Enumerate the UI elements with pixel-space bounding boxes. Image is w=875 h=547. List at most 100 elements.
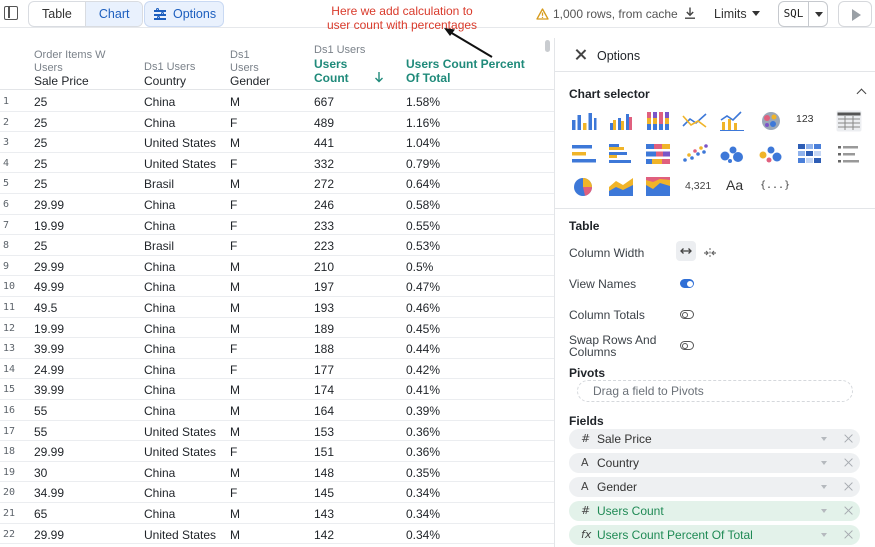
json-chart-icon[interactable]: {...} — [759, 177, 790, 199]
view-names-toggle[interactable] — [680, 279, 694, 288]
pie-chart-icon[interactable] — [571, 175, 597, 197]
options-button[interactable]: Options — [144, 1, 224, 27]
run-button[interactable] — [838, 1, 872, 27]
remove-icon[interactable] — [844, 458, 854, 468]
table-row[interactable]: 2 25 China F 489 1.16% — [0, 112, 554, 133]
sql-button[interactable]: SQL — [778, 1, 828, 27]
stacked-bar-chart-icon[interactable] — [645, 110, 671, 132]
column-header-users-count[interactable]: Ds1 Users Users Count — [314, 44, 365, 96]
chevron-down-icon[interactable] — [821, 533, 827, 537]
table-row[interactable]: 10 49.99 China M 197 0.47% — [0, 276, 554, 297]
remove-icon[interactable] — [844, 434, 854, 444]
table-row[interactable]: 20 34.99 China F 145 0.34% — [0, 482, 554, 503]
table-row[interactable]: 7 19.99 China F 233 0.55% — [0, 215, 554, 236]
table-row[interactable]: 22 29.99 United States M 142 0.34% — [0, 524, 554, 545]
remove-icon[interactable] — [844, 530, 854, 540]
tab-chart[interactable]: Chart — [84, 2, 143, 26]
table-cell: Brasil — [144, 239, 175, 254]
table-cell: United States — [144, 156, 217, 171]
table-row[interactable]: 9 29.99 China M 210 0.5% — [0, 256, 554, 277]
stacked-area-chart-icon[interactable] — [645, 175, 671, 197]
limits-dropdown[interactable]: Limits — [714, 7, 747, 21]
table-row[interactable]: 11 49.5 China M 193 0.46% — [0, 297, 554, 318]
chevron-down-icon[interactable] — [821, 461, 827, 465]
swap-rows-columns-toggle[interactable] — [680, 341, 694, 350]
table-cell: China — [144, 115, 176, 130]
table-row[interactable]: 14 24.99 China F 177 0.42% — [0, 359, 554, 380]
table-row[interactable]: 18 29.99 United States F 151 0.36% — [0, 441, 554, 462]
column-width-fit-icon[interactable] — [702, 245, 718, 261]
field-country[interactable]: A Country — [569, 453, 860, 473]
download-icon[interactable] — [683, 6, 697, 20]
table-cell: 0.42% — [406, 362, 441, 377]
remove-icon[interactable] — [844, 482, 854, 492]
chevron-up-icon[interactable] — [856, 88, 867, 99]
row-number: 20 — [3, 487, 16, 499]
table-chart-icon[interactable] — [836, 110, 862, 132]
stacked-horizontal-bar-icon[interactable] — [645, 143, 671, 165]
bar-chart-icon[interactable] — [571, 110, 597, 132]
number-chart-icon[interactable]: 123 — [795, 110, 821, 132]
text-chart-icon[interactable]: Aa — [723, 176, 749, 198]
table-row[interactable]: 4 25 United States F 332 0.79% — [0, 153, 554, 174]
sidebar-toggle-icon[interactable] — [4, 6, 18, 20]
table-row[interactable]: 13 39.99 China F 188 0.44% — [0, 338, 554, 359]
options-panel: Options Chart selector 123 4,321 Aa {...… — [554, 38, 875, 547]
table-row[interactable]: 1 25 China M 667 1.58% — [0, 91, 554, 112]
field-gender[interactable]: A Gender — [569, 477, 860, 497]
table-cell: 246 — [314, 198, 335, 212]
heatmap-icon[interactable] — [797, 143, 823, 165]
number-type-icon: # — [581, 504, 591, 517]
table-cell: 0.79% — [406, 156, 441, 171]
table-cell: 0.58% — [406, 198, 441, 212]
sort-descending-icon[interactable] — [374, 71, 384, 83]
table-cell: F — [230, 218, 238, 233]
table-cell: F — [230, 486, 238, 501]
table-cell: 0.47% — [406, 280, 441, 295]
grouped-horizontal-bar-icon[interactable] — [608, 143, 634, 165]
field-users-count-percent-of-total[interactable]: fx Users Count Percent Of Total — [569, 525, 860, 545]
remove-icon[interactable] — [844, 506, 854, 516]
table-scrollbar[interactable] — [545, 40, 550, 52]
column-totals-toggle[interactable] — [680, 310, 694, 319]
close-icon[interactable] — [575, 49, 586, 60]
view-switcher: Table Chart — [28, 1, 144, 27]
table-cell: F — [230, 115, 238, 130]
multi-bubble-chart-icon[interactable] — [758, 143, 784, 165]
list-chart-icon[interactable] — [836, 143, 862, 165]
table-row[interactable]: 17 55 United States M 153 0.36% — [0, 421, 554, 442]
table-row[interactable]: 8 25 Brasil F 223 0.53% — [0, 235, 554, 256]
single-value-chart-icon[interactable]: 4,321 — [683, 177, 711, 199]
table-row[interactable]: 15 39.99 China M 174 0.41% — [0, 379, 554, 400]
row-number: 21 — [3, 508, 16, 519]
column-width-auto-button[interactable] — [676, 241, 696, 261]
table-row[interactable]: 16 55 China M 164 0.39% — [0, 400, 554, 421]
area-chart-icon[interactable] — [608, 175, 634, 197]
grouped-bar-chart-icon[interactable] — [608, 110, 634, 132]
row-number: 18 — [3, 446, 16, 458]
table-row[interactable]: 19 30 China M 148 0.35% — [0, 462, 554, 483]
table-cell: 0.34% — [406, 507, 441, 521]
sql-dropdown-chevron-icon[interactable] — [809, 2, 827, 26]
chevron-down-icon[interactable] — [821, 509, 827, 513]
table-cell: 0.35% — [406, 465, 441, 480]
scatter-chart-icon[interactable] — [682, 143, 708, 165]
pivots-drop-zone[interactable]: Drag a field to Pivots — [577, 380, 853, 402]
field-users-count[interactable]: # Users Count — [569, 501, 860, 521]
table-cell: China — [144, 280, 176, 295]
combo-chart-icon[interactable] — [719, 110, 745, 132]
chevron-down-icon[interactable] — [821, 437, 827, 441]
horizontal-bar-chart-icon[interactable] — [571, 143, 597, 165]
table-row[interactable]: 21 65 China M 143 0.34% — [0, 503, 554, 524]
line-chart-icon[interactable] — [682, 110, 708, 132]
field-sale-price[interactable]: # Sale Price — [569, 429, 860, 449]
chevron-down-icon[interactable] — [821, 485, 827, 489]
bubble-chart-icon[interactable] — [719, 143, 745, 165]
table-row[interactable]: 12 19.99 China M 189 0.45% — [0, 318, 554, 339]
table-row[interactable]: 3 25 United States M 441 1.04% — [0, 132, 554, 153]
table-row[interactable]: 6 29.99 China F 246 0.58% — [0, 194, 554, 215]
table-row[interactable]: 5 25 Brasil M 272 0.64% — [0, 173, 554, 194]
map-chart-icon[interactable] — [758, 110, 784, 132]
table-cell: United States — [144, 445, 217, 460]
tab-table[interactable]: Table — [29, 2, 85, 26]
